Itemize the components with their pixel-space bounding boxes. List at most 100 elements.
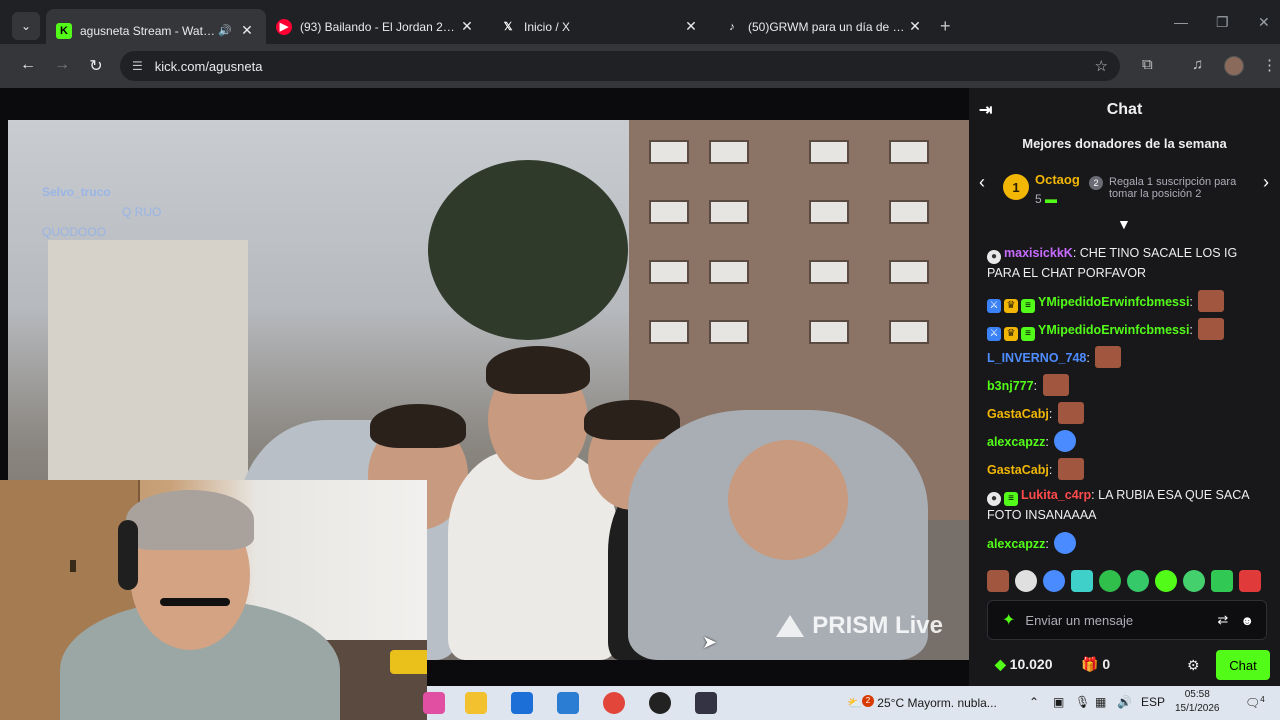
face-emote-icon [1198,318,1225,340]
volume-icon[interactable]: 🔊 [1117,695,1132,709]
app-icon[interactable] [695,692,717,714]
more-menu-icon[interactable]: ⋮ [1262,56,1277,74]
back-button[interactable]: ← [18,56,38,74]
chat-message: ⚔ ♛ ≡ YMipedidoErwinfcbmessi: [987,290,1267,313]
mod-badge-icon: ● [987,250,1001,264]
clock-date: 15/1/2026 [1175,703,1220,714]
chrome-icon[interactable] [603,692,625,714]
sub-badge-icon: ≡ [1021,299,1035,313]
emote-smile-icon[interactable] [1155,570,1177,592]
clock[interactable]: 05:58 15/1/2026 [1175,688,1220,716]
reload-button[interactable]: ↻ [86,56,106,76]
network-icon[interactable]: ▦ [1095,695,1106,709]
channel-points[interactable]: ◆ 10.020 [995,656,1052,673]
emoji-icon[interactable]: ☻ [1240,613,1254,628]
chat-input-box[interactable]: ✦ ⇄ ☻ [987,600,1267,640]
weather-widget[interactable]: ⛅ 2 25°C Mayorm. nubla... [847,695,997,710]
chat-username[interactable]: GastaCabj [987,463,1049,477]
restore-icon[interactable]: ❐ [1216,14,1229,31]
media-control-icon[interactable]: ♫ [1192,56,1203,73]
send-chat-button[interactable]: Chat [1216,650,1270,680]
emote-cup-icon[interactable] [1211,570,1233,592]
collapse-chat-icon[interactable]: ⇥ [979,100,992,120]
store-icon[interactable] [511,692,533,714]
bookmark-star-icon[interactable]: ☆ [1095,57,1108,75]
kick-logo-icon: K [56,22,72,39]
emote-bars-icon[interactable] [1071,570,1093,592]
address-bar[interactable]: ☰ kick.com/agusneta ☆ [120,51,1120,81]
sparkle-icon[interactable]: ✦ [1002,610,1015,630]
gift-counter[interactable]: 🎁 0 [1081,656,1110,673]
face-emote-icon [1198,290,1225,312]
chevron-left-icon[interactable]: ‹ [979,172,985,193]
notification-count: 4 [1260,695,1265,704]
tab-tiktok[interactable]: ♪ (50)GRWM para un día de frío ✕ [714,9,934,44]
outlook-icon[interactable] [557,692,579,714]
chat-title: Chat [1106,101,1143,118]
chat-username[interactable]: b3nj777 [987,379,1034,393]
tab-title: agusneta Stream - Watch Live on Kick [80,23,218,38]
prism-logo-icon [776,615,805,637]
tab-x[interactable]: 𝕏 Inicio / X ✕ [490,9,710,44]
donor-slot-2[interactable]: 2 Regala 1 suscripción para tomar la pos… [1089,176,1249,200]
chat-username[interactable]: Lukita_c4rp [1021,488,1091,502]
emote-green-face-icon[interactable] [1099,570,1121,592]
tab-youtube[interactable]: ▶ (93) Bailando - El Jordan 23 / Streams… [266,9,486,44]
gear-icon[interactable]: ⚙ [1187,657,1200,674]
streamer-hair [126,490,254,550]
chat-username[interactable]: maxisickkK [1004,246,1073,260]
close-window-icon[interactable]: ✕ [1258,14,1270,31]
tray-app-icon[interactable]: ▣ [1053,695,1064,709]
emote-butterfly-icon[interactable] [1043,570,1065,592]
copilot-icon[interactable] [423,692,445,714]
close-tab-icon[interactable]: ✕ [238,22,256,39]
close-tab-icon[interactable]: ✕ [906,18,924,35]
sub-badge-icon: ≡ [1021,327,1035,341]
youtube-logo-icon: ▶ [276,18,292,35]
forward-button[interactable]: → [52,56,72,74]
close-tab-icon[interactable]: ✕ [458,18,476,35]
chat-username[interactable]: L_INVERNO_748 [987,351,1086,365]
collapse-donors-icon[interactable]: ▼ [1117,216,1131,232]
tab-title: Inicio / X [524,19,571,34]
minimize-icon[interactable]: — [1174,14,1188,30]
donor-slot-2-text: Regala 1 suscripción para tomar la posic… [1109,176,1237,200]
chat-username[interactable]: YMipedidoErwinfcbmessi [1038,295,1189,309]
translate-icon[interactable]: ⇄ [1217,612,1228,628]
chat-username[interactable]: alexcapzz [987,435,1045,449]
screen: ⌄ K agusneta Stream - Watch Live on Kick… [0,0,1280,720]
site-info-icon[interactable]: ☰ [132,59,143,73]
mic-icon[interactable]: 🎙 [1075,695,1090,709]
close-tab-icon[interactable]: ✕ [682,18,700,35]
chat-footer: ◆ 10.020 🎁 0 ⚙ Chat [969,648,1280,684]
new-tab-button[interactable]: + [940,16,951,37]
obs-icon[interactable] [649,692,671,714]
chat-username[interactable]: alexcapzz [987,537,1045,551]
tab-search-button[interactable]: ⌄ [12,12,40,40]
top-donor-name[interactable]: Octaog [1035,172,1080,187]
stream-chat-overlay: Selvo_truco Q RUO QUODOOO [42,182,262,242]
emote-face-icon[interactable] [987,570,1009,592]
file-explorer-icon[interactable] [465,692,487,714]
emote-green-eyes-icon[interactable] [1127,570,1149,592]
overlay-line: QUODOOO [42,225,107,239]
chat-panel: ⇥ Chat Mejores donadores de la semana ‹ … [969,88,1280,686]
chat-username[interactable]: GastaCabj [987,407,1049,421]
butterfly-emote-icon [1054,532,1077,554]
emote-dots-icon[interactable] [1183,570,1205,592]
notifications-icon[interactable]: 🗨4 [1245,695,1265,710]
rank-2-icon: 2 [1089,176,1103,190]
chat-message: ⚔ ♛ ≡ YMipedidoErwinfcbmessi: [987,318,1267,341]
emote-flask-icon[interactable] [1015,570,1037,592]
browser-toolbar: ← → ↻ ☰ kick.com/agusneta ☆ ⧉ ♫ ⋮ [0,44,1280,88]
emote-red-face-icon[interactable] [1239,570,1261,592]
points-value: 10.020 [1009,656,1053,672]
chat-username[interactable]: YMipedidoErwinfcbmessi [1038,323,1189,337]
chevron-right-icon[interactable]: › [1263,172,1269,193]
profile-avatar[interactable] [1224,56,1244,76]
speaker-icon[interactable]: 🔊 [218,24,232,37]
tray-chevron-icon[interactable]: ⌃ [1029,695,1039,709]
chat-message-input[interactable] [1025,612,1218,628]
extensions-icon[interactable]: ⧉ [1142,56,1153,73]
language-indicator[interactable]: ESP [1141,695,1165,709]
